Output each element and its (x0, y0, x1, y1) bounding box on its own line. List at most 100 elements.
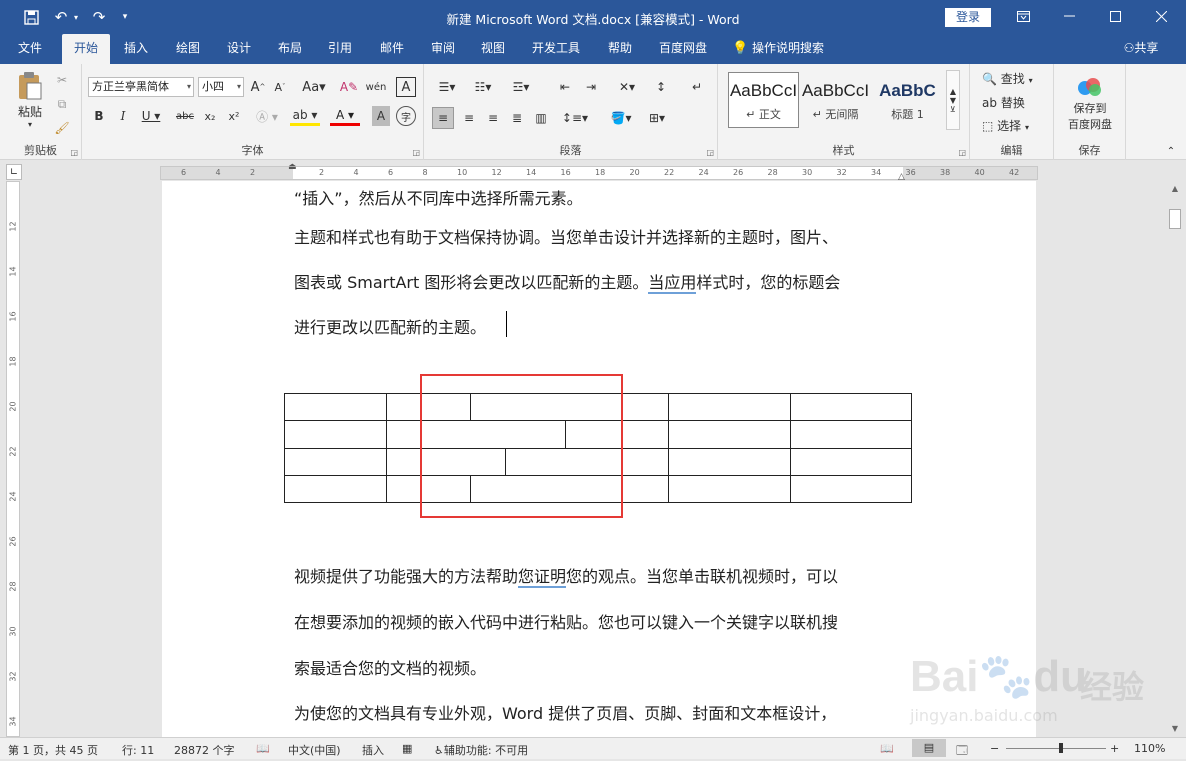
customize-toolbar-icon[interactable]: ▾ (116, 6, 134, 28)
tab-developer[interactable]: 开发工具 (524, 34, 588, 64)
horizontal-ruler[interactable]: 6 4 2 2 4 6 8 10 12 14 16 18 20 22 24 26 28 30 32 34 36 38 40 4… (160, 162, 1038, 182)
character-border-icon[interactable]: A (396, 77, 416, 97)
zoom-level[interactable]: 110% (1134, 742, 1165, 755)
dialog-launcher-icon[interactable]: ◲ (412, 148, 420, 157)
change-case-icon[interactable]: Aa▾ (300, 77, 328, 97)
highlight-color-icon[interactable]: ab ▾ (290, 106, 320, 126)
find-button[interactable]: 🔍 查找 ▾ (982, 70, 1033, 87)
cut-icon[interactable]: ✂ (52, 70, 72, 90)
tab-help[interactable]: 帮助 (598, 34, 642, 64)
paste-button[interactable]: 粘贴 ▾ (10, 70, 50, 130)
copy-icon[interactable]: ⧉ (52, 94, 72, 114)
tell-me-search[interactable]: 💡 操作说明搜索 (732, 34, 842, 64)
style-no-spacing[interactable]: AaBbCcI ↵ 无间隔 (800, 72, 871, 128)
style-heading-1[interactable]: AaBbC 标题 1 (872, 72, 943, 128)
zoom-in-icon[interactable]: + (1110, 742, 1119, 755)
styles-scroll[interactable]: ▲ ▼ ⊻ (946, 70, 960, 130)
read-mode-icon[interactable]: 📖 (880, 742, 894, 755)
tab-file[interactable]: 文件 (6, 34, 54, 64)
web-layout-icon[interactable]: 🗔 (956, 742, 968, 761)
dialog-launcher-icon[interactable]: ◲ (706, 148, 714, 157)
tell-me-label: 操作说明搜索 (752, 41, 825, 55)
borders-icon[interactable]: ⊞▾ (642, 107, 672, 129)
accessibility-status[interactable]: ♿辅助功能: 不可用 (434, 742, 528, 758)
grow-font-icon[interactable]: A ^ (248, 77, 268, 97)
bullets-icon[interactable]: ☰▾ (432, 77, 462, 97)
shading-icon[interactable]: 🪣▾ (606, 107, 636, 129)
shrink-font-icon[interactable]: Aˇ (270, 77, 290, 97)
indent-marker-icon[interactable]: ⏏ (288, 162, 297, 172)
align-left-icon[interactable]: ≡ (432, 107, 454, 129)
undo-dropdown-icon[interactable]: ▾ (70, 6, 82, 28)
scrollbar-thumb[interactable] (1169, 209, 1181, 229)
subscript-icon[interactable]: x₂ (200, 106, 220, 126)
bold-icon[interactable]: B (90, 106, 108, 126)
language[interactable]: 中文(中国) (288, 742, 341, 758)
tab-home[interactable]: 开始 (62, 34, 110, 64)
tab-view[interactable]: 视图 (471, 34, 515, 64)
strikethrough-icon[interactable]: abc (174, 106, 196, 126)
tab-draw[interactable]: 绘图 (166, 34, 210, 64)
tab-review[interactable]: 审阅 (421, 34, 465, 64)
maximize-icon[interactable] (1092, 0, 1138, 32)
tab-baidu-netdisk[interactable]: 百度网盘 (650, 34, 716, 64)
show-marks-icon[interactable]: ↵ (686, 77, 708, 97)
increase-indent-icon[interactable]: ⇥ (580, 77, 602, 97)
style-normal[interactable]: AaBbCcI ↵ 正文 (728, 72, 799, 128)
tab-selector-icon[interactable]: ∟ (6, 164, 22, 180)
zoom-out-icon[interactable]: − (990, 742, 999, 755)
chinese-layout-icon[interactable]: ✕▾ (612, 77, 642, 97)
save-to-baidu-button[interactable]: 保存到 百度网盘 (1060, 72, 1120, 136)
scroll-up-icon[interactable]: ▲ (1169, 183, 1181, 193)
vertical-ruler[interactable]: 12 14 16 18 20 22 24 26 28 30 32 34 (6, 181, 20, 737)
underline-icon[interactable]: U ▾ (138, 106, 164, 126)
tab-layout[interactable]: 布局 (268, 34, 312, 64)
justify-icon[interactable]: ≣ (506, 107, 528, 129)
phonetic-guide-icon[interactable]: wén (366, 77, 387, 97)
share-button[interactable]: ⚇共享 (1114, 34, 1168, 64)
font-name-combo[interactable]: 方正兰亭黑简体 ▾ (88, 77, 194, 97)
redo-icon[interactable]: ↷ (88, 6, 110, 28)
sort-icon[interactable]: ↕ (650, 77, 672, 97)
tab-design[interactable]: 设计 (217, 34, 261, 64)
print-layout-icon[interactable]: ▤ (912, 739, 946, 757)
italic-icon[interactable]: I (114, 106, 132, 126)
login-button[interactable]: 登录 (945, 8, 991, 27)
document-page[interactable]: “插入”，然后从不同库中选择所需元素。 主题和样式也有助于文档保持协调。当您单击… (162, 181, 1036, 737)
replace-button[interactable]: ab 替换 (982, 94, 1025, 111)
align-right-icon[interactable]: ≡ (482, 107, 504, 129)
line-spacing-icon[interactable]: ↕≡▾ (560, 107, 590, 129)
enclose-characters-icon[interactable]: 字 (396, 106, 416, 126)
undo-icon[interactable]: ↶ (50, 6, 72, 28)
word-count[interactable]: 28872 个字 (174, 742, 235, 758)
zoom-slider-thumb[interactable] (1059, 743, 1063, 753)
tab-insert[interactable]: 插入 (114, 34, 158, 64)
tab-references[interactable]: 引用 (318, 34, 362, 64)
align-center-icon[interactable]: ≡ (458, 107, 480, 129)
dialog-launcher-icon[interactable]: ◲ (958, 148, 966, 157)
page-count[interactable]: 第 1 页，共 45 页 (8, 742, 98, 758)
format-painter-icon[interactable]: 🖌 (52, 118, 72, 138)
zoom-slider[interactable] (1006, 743, 1106, 753)
character-shading-icon[interactable]: A (372, 106, 390, 126)
numbering-icon[interactable]: ☷▾ (468, 77, 498, 97)
font-color-icon[interactable]: A ▾ (330, 106, 360, 126)
tab-mailings[interactable]: 邮件 (370, 34, 414, 64)
proofing-icon[interactable]: 📖 (256, 742, 270, 755)
ribbon-display-options-icon[interactable] (1000, 0, 1046, 32)
distributed-icon[interactable]: ▥ (530, 107, 552, 129)
insert-mode[interactable]: 插入 (362, 742, 384, 758)
decrease-indent-icon[interactable]: ⇤ (554, 77, 576, 97)
dialog-launcher-icon[interactable]: ◲ (70, 148, 78, 157)
macro-icon[interactable]: ▦ (402, 742, 412, 755)
collapse-ribbon-icon[interactable]: ⌃ (1162, 144, 1180, 158)
minimize-icon[interactable] (1046, 0, 1092, 32)
text-effects-icon[interactable]: Ⓐ ▾ (252, 106, 282, 126)
select-button[interactable]: ⬚ 选择 ▾ (982, 117, 1029, 134)
save-icon[interactable] (20, 6, 42, 28)
font-size-combo[interactable]: 小四 ▾ (198, 77, 244, 97)
clear-formatting-icon[interactable]: A✎ (338, 77, 360, 97)
close-icon[interactable] (1138, 0, 1184, 32)
multilevel-list-icon[interactable]: ☲▾ (506, 77, 536, 97)
superscript-icon[interactable]: x² (224, 106, 244, 126)
